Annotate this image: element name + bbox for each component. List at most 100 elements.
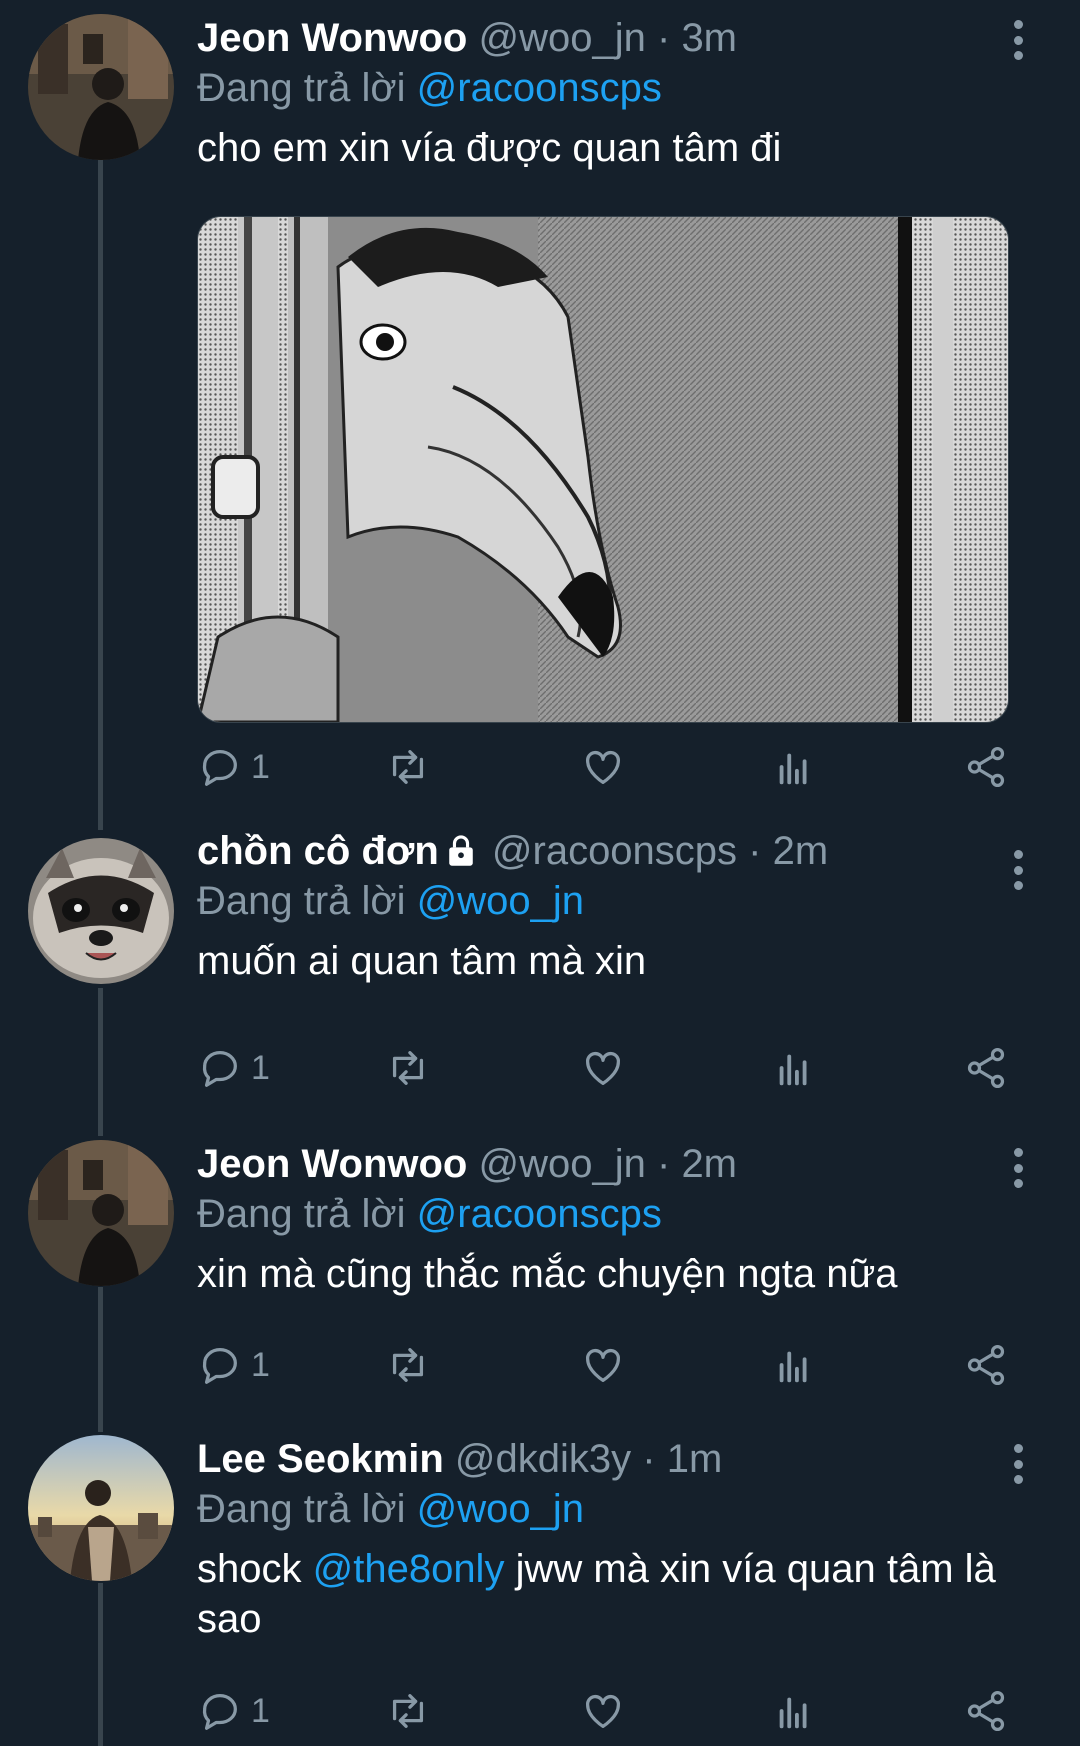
analytics-icon: [779, 1351, 807, 1383]
retweet-icon: [392, 1051, 424, 1085]
reply-mention[interactable]: @woo_jn: [417, 879, 584, 923]
reply-count: 1: [251, 1048, 270, 1087]
like-icon: [586, 1348, 620, 1382]
more-options-icon[interactable]: [1008, 1444, 1028, 1484]
reply-prefix: Đang trả lời: [197, 1487, 406, 1531]
like-button[interactable]: [580, 1686, 626, 1736]
reply-count: 1: [251, 1345, 270, 1384]
retweet-icon: [392, 1694, 424, 1728]
tweet-header: Jeon Wonwoo @woo_jn · 3m: [197, 13, 1040, 63]
tweet-actions: 1: [197, 1686, 1013, 1736]
analytics-button[interactable]: [772, 742, 818, 792]
replying-to: Đang trả lời @woo_jn: [197, 876, 1040, 928]
reply-count: 1: [251, 1691, 270, 1730]
retweet-button[interactable]: [385, 742, 431, 792]
reply-mention[interactable]: @racoonscps: [417, 66, 662, 110]
like-icon: [586, 750, 620, 784]
analytics-button[interactable]: [772, 1043, 818, 1093]
like-button[interactable]: [580, 1340, 626, 1390]
reply-icon: [202, 750, 237, 786]
share-icon: [967, 1047, 1005, 1089]
reply-button[interactable]: 1: [197, 1686, 270, 1736]
replying-to: Đang trả lời @racoonscps: [197, 1189, 1040, 1241]
tweet-header: chồn cô đơn @racoonscps · 2m: [197, 826, 1040, 876]
reply-button[interactable]: 1: [197, 742, 270, 792]
reply-mention[interactable]: @woo_jn: [417, 1487, 584, 1531]
separator-dot: ·: [656, 16, 671, 60]
analytics-button[interactable]: [772, 1340, 818, 1390]
user-handle[interactable]: @dkdik3y: [455, 1437, 631, 1481]
replying-to: Đang trả lời @woo_jn: [197, 1484, 1040, 1536]
separator-dot: ·: [656, 1142, 671, 1186]
retweet-button[interactable]: [385, 1043, 431, 1093]
more-options-icon[interactable]: [1008, 20, 1028, 60]
tweet-image[interactable]: [197, 216, 1009, 723]
tweet-header: Jeon Wonwoo @woo_jn · 2m: [197, 1139, 1040, 1189]
user-handle[interactable]: @woo_jn: [478, 16, 645, 60]
tweet-actions: 1: [197, 1340, 1013, 1390]
more-options-icon[interactable]: [1008, 850, 1028, 890]
timestamp[interactable]: 1m: [667, 1437, 723, 1481]
reply-prefix: Đang trả lời: [197, 879, 406, 923]
tweet-text-part: shock: [197, 1547, 313, 1591]
avatar[interactable]: [28, 1140, 174, 1286]
reply-button[interactable]: 1: [197, 1043, 270, 1093]
lock-icon: [448, 835, 473, 866]
share-icon: [967, 1690, 1005, 1732]
share-button[interactable]: [963, 1686, 1009, 1736]
tweet[interactable]: Lee Seokmin @dkdik3y · 1m Đang trả lời @…: [0, 1425, 1080, 1746]
analytics-icon: [779, 1697, 807, 1729]
tweet-text: xin mà cũng thắc mắc chuyện ngta nữa: [197, 1252, 898, 1296]
avatar[interactable]: [28, 14, 174, 160]
timestamp[interactable]: 2m: [681, 1142, 737, 1186]
avatar[interactable]: [28, 1435, 174, 1581]
analytics-button[interactable]: [772, 1686, 818, 1736]
reply-icon: [202, 1348, 237, 1384]
separator-dot: ·: [748, 829, 762, 873]
tweet-actions: 1: [197, 742, 1013, 792]
reply-icon: [202, 1694, 237, 1730]
reply-icon: [202, 1051, 237, 1087]
tweet-header: Lee Seokmin @dkdik3y · 1m: [197, 1434, 1040, 1484]
analytics-icon: [779, 753, 807, 785]
reply-prefix: Đang trả lời: [197, 1192, 406, 1236]
reply-count: 1: [251, 747, 270, 786]
text-mention[interactable]: @the8only: [313, 1547, 505, 1591]
tweet[interactable]: Jeon Wonwoo @woo_jn · 2m Đang trả lời @r…: [0, 1130, 1080, 1410]
like-icon: [586, 1051, 620, 1085]
retweet-icon: [392, 750, 424, 784]
user-handle[interactable]: @racoonscps: [492, 829, 737, 873]
retweet-button[interactable]: [385, 1686, 431, 1736]
tweet-text: muốn ai quan tâm mà xin: [197, 939, 647, 983]
display-name[interactable]: Lee Seokmin: [197, 1437, 444, 1481]
retweet-button[interactable]: [385, 1340, 431, 1390]
timestamp[interactable]: 3m: [681, 16, 737, 60]
like-button[interactable]: [580, 742, 626, 792]
tweet[interactable]: chồn cô đơn @racoonscps · 2m Đang trả lờ…: [0, 829, 1080, 1110]
tweet-text: shock @the8only jww mà xin vía quan tâm …: [197, 1544, 1040, 1644]
share-icon: [967, 746, 1005, 788]
share-button[interactable]: [963, 1340, 1009, 1390]
retweet-icon: [392, 1348, 424, 1382]
tweet-actions: 1: [197, 1043, 1013, 1093]
share-button[interactable]: [963, 742, 1009, 792]
tweet-text: cho em xin vía được quan tâm đi: [197, 126, 782, 170]
share-button[interactable]: [963, 1043, 1009, 1093]
avatar[interactable]: [28, 838, 174, 984]
user-handle[interactable]: @woo_jn: [478, 1142, 645, 1186]
timestamp[interactable]: 2m: [773, 829, 829, 873]
display-name[interactable]: Jeon Wonwoo: [197, 1142, 467, 1186]
display-name[interactable]: chồn cô đơn: [197, 829, 439, 873]
display-name[interactable]: Jeon Wonwoo: [197, 16, 467, 60]
like-button[interactable]: [580, 1043, 626, 1093]
share-icon: [967, 1344, 1005, 1386]
reply-prefix: Đang trả lời: [197, 66, 406, 110]
replying-to: Đang trả lời @racoonscps: [197, 63, 1040, 115]
tweet[interactable]: Jeon Wonwoo @woo_jn · 3m Đang trả lời @r…: [0, 0, 1080, 820]
more-options-icon[interactable]: [1008, 1148, 1028, 1188]
reply-mention[interactable]: @racoonscps: [417, 1192, 662, 1236]
like-icon: [586, 1694, 620, 1728]
separator-dot: ·: [642, 1437, 656, 1481]
reply-button[interactable]: 1: [197, 1340, 270, 1390]
analytics-icon: [779, 1054, 807, 1086]
